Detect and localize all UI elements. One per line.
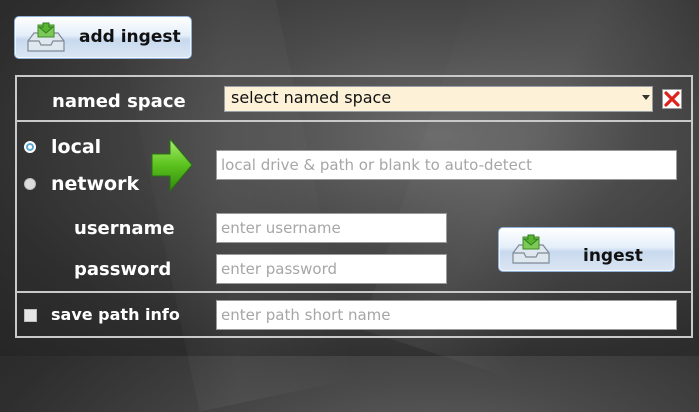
network-label[interactable]: network (51, 173, 139, 195)
ingest-label: ingest (583, 246, 643, 266)
tray-add-icon (512, 234, 550, 264)
username-label: username (74, 218, 175, 239)
tray-add-icon (27, 22, 65, 52)
save-path-checkbox[interactable] (24, 309, 37, 322)
add-ingest-button[interactable]: add ingest (14, 16, 192, 59)
password-input[interactable] (216, 254, 447, 284)
clear-x-icon (664, 91, 680, 107)
local-label[interactable]: local (51, 136, 101, 158)
add-ingest-label: add ingest (79, 27, 181, 47)
dropdown-arrow-icon (638, 87, 652, 111)
path-short-name-input[interactable] (216, 300, 677, 330)
network-radio[interactable] (24, 178, 36, 190)
password-label: password (74, 259, 172, 280)
username-input[interactable] (216, 213, 447, 243)
local-radio[interactable] (24, 141, 36, 153)
named-space-selected: select named space (231, 88, 392, 107)
arrow-right-icon (151, 137, 193, 193)
named-space-select[interactable]: select named space (224, 86, 653, 112)
ingest-button[interactable]: ingest (498, 227, 675, 272)
path-input[interactable] (216, 150, 677, 180)
named-space-label: named space (52, 91, 186, 112)
clear-named-space-button[interactable] (662, 89, 682, 109)
save-path-label[interactable]: save path info (51, 305, 180, 324)
